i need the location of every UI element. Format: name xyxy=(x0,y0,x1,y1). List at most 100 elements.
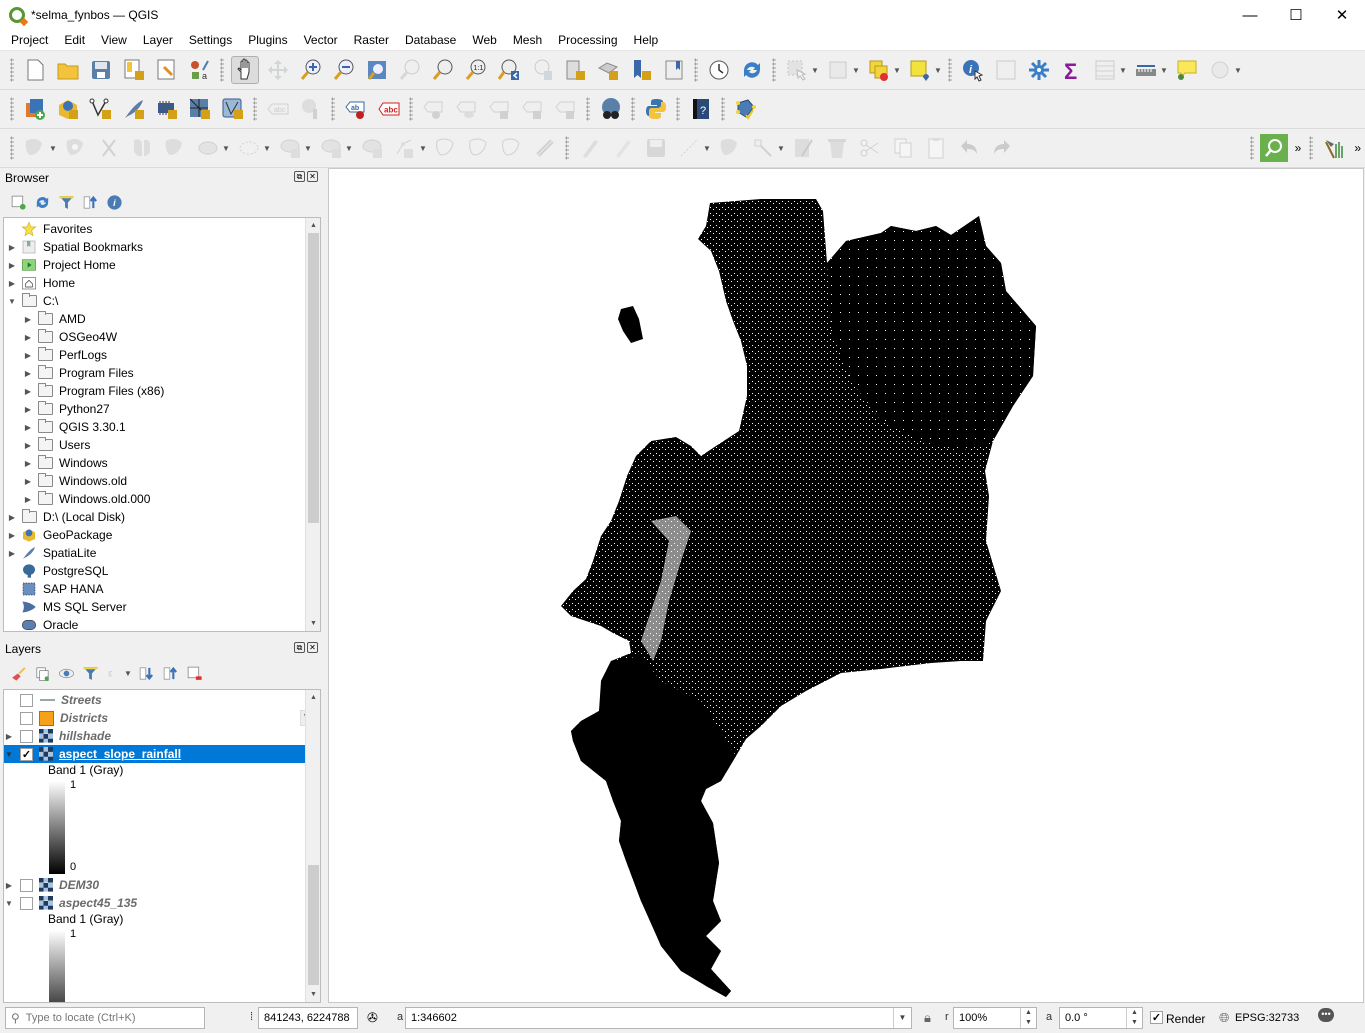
expand-arrow-icon[interactable]: ▶ xyxy=(23,423,33,432)
chevron-down-icon[interactable]: ▼ xyxy=(49,144,57,153)
add-part-icon[interactable] xyxy=(276,134,304,162)
layer-row-hillshade[interactable]: ▶ hillshade xyxy=(4,727,320,745)
new-map-view-icon[interactable] xyxy=(561,56,589,84)
new-geopackage-layer-icon[interactable] xyxy=(54,95,82,123)
scroll-down-icon[interactable]: ▼ xyxy=(306,616,320,631)
cut-features-icon[interactable] xyxy=(856,134,884,162)
processing-toolbox-icon[interactable] xyxy=(1025,56,1053,84)
magnifier-spinbox[interactable]: 100% ▲ ▼ xyxy=(953,1007,1037,1029)
fill-ring-icon[interactable] xyxy=(317,134,345,162)
new-spatialite-layer-icon[interactable] xyxy=(120,95,148,123)
locator-search-icon[interactable] xyxy=(1260,134,1289,162)
data-source-manager-icon[interactable] xyxy=(21,95,49,123)
menu-layer[interactable]: Layer xyxy=(135,33,181,47)
statistical-summary-icon[interactable]: Σ xyxy=(1058,56,1086,84)
expand-arrow-icon[interactable]: ▶ xyxy=(23,315,33,324)
chevron-down-icon[interactable]: ▼ xyxy=(263,144,271,153)
browser-item[interactable]: ▶ QGIS 3.30.1 xyxy=(4,418,320,436)
expand-arrow-icon[interactable]: ▶ xyxy=(7,531,17,540)
select-by-location-icon[interactable] xyxy=(865,56,893,84)
browser-item[interactable]: ▼ C:\ xyxy=(4,292,320,310)
chevron-down-icon[interactable]: ▼ xyxy=(124,669,132,678)
show-hide-labels-icon[interactable] xyxy=(453,95,481,123)
undo-icon[interactable] xyxy=(955,134,983,162)
chevron-down-icon[interactable]: ▼ xyxy=(811,66,819,75)
toolbar-grip[interactable] xyxy=(772,58,776,82)
browser-item[interactable]: ▶ OSGeo4W xyxy=(4,328,320,346)
filter-expression-icon[interactable]: ε xyxy=(104,663,124,683)
layer-labeling-icon[interactable]: ab xyxy=(342,95,370,123)
collapse-all-icon[interactable] xyxy=(160,663,180,683)
browser-item[interactable]: ▶ Program Files xyxy=(4,364,320,382)
menu-web[interactable]: Web xyxy=(464,33,504,47)
measure-line-icon[interactable] xyxy=(1132,56,1160,84)
save-edits-icon[interactable] xyxy=(642,134,670,162)
zoom-to-selection-icon[interactable] xyxy=(396,56,424,84)
menu-view[interactable]: View xyxy=(93,33,135,47)
spin-arrows-icon[interactable]: ▲ ▼ xyxy=(1126,1008,1142,1028)
browser-item[interactable]: ▶ Windows xyxy=(4,454,320,472)
chevron-down-icon[interactable]: ▼ xyxy=(1119,66,1127,75)
map-canvas[interactable] xyxy=(328,168,1364,1003)
split-parts-icon[interactable] xyxy=(749,134,777,162)
browser-item[interactable]: ▶ D:\ (Local Disk) xyxy=(4,508,320,526)
maximize-button[interactable]: ☐ xyxy=(1273,0,1319,30)
select-by-value-icon[interactable] xyxy=(906,56,934,84)
open-project-icon[interactable] xyxy=(54,56,82,84)
scroll-up-icon[interactable]: ▲ xyxy=(306,690,320,705)
expand-all-icon[interactable] xyxy=(136,663,156,683)
manage-map-themes-icon[interactable] xyxy=(56,663,76,683)
chevron-down-icon[interactable]: ▼ xyxy=(345,144,353,153)
browser-item[interactable]: MS SQL Server xyxy=(4,598,320,616)
browser-item[interactable]: Favorites xyxy=(4,220,320,238)
reverse-line-icon[interactable] xyxy=(498,134,526,162)
attribute-stats-icon[interactable] xyxy=(992,56,1020,84)
chevron-down-icon[interactable]: ▼ xyxy=(703,144,711,153)
delete-ring-icon[interactable] xyxy=(95,134,123,162)
zoom-native-icon[interactable]: 1:1 xyxy=(462,56,490,84)
collapse-all-icon[interactable] xyxy=(80,192,100,212)
toolbar-grip[interactable] xyxy=(676,97,680,121)
rotate-label-icon[interactable] xyxy=(519,95,547,123)
attribute-table-icon[interactable] xyxy=(1091,56,1119,84)
toolbar-grip[interactable] xyxy=(1249,136,1254,160)
refresh-icon[interactable] xyxy=(738,56,766,84)
layer-visibility-checkbox[interactable] xyxy=(20,878,33,892)
style-manager-icon[interactable]: a xyxy=(186,56,214,84)
delete-part-icon[interactable] xyxy=(358,134,386,162)
add-polygon-icon[interactable] xyxy=(716,134,744,162)
new-temporary-scratch-layer-icon[interactable] xyxy=(186,95,214,123)
chevron-down-icon[interactable]: ▼ xyxy=(852,66,860,75)
zoom-next-icon[interactable] xyxy=(528,56,556,84)
browser-item[interactable]: ▶ Windows.old.000 xyxy=(4,490,320,508)
browser-item[interactable]: ▶ AMD xyxy=(4,310,320,328)
minimize-button[interactable]: — xyxy=(1227,0,1273,30)
float-panel-icon[interactable]: ⧉ xyxy=(294,642,305,653)
expand-arrow-icon[interactable]: ▶ xyxy=(23,387,33,396)
toolbar-overflow-icon[interactable]: » xyxy=(1295,141,1302,155)
info-icon[interactable]: i xyxy=(104,192,124,212)
zoom-to-layer-icon[interactable] xyxy=(429,56,457,84)
toggle-extents-icon[interactable]: ✇ xyxy=(367,1010,378,1026)
lock-scale-icon[interactable]: 🔒︎ xyxy=(924,1010,931,1026)
menu-settings[interactable]: Settings xyxy=(181,33,240,47)
expand-arrow-icon[interactable]: ▶ xyxy=(4,881,14,890)
identify-features-icon[interactable]: i xyxy=(959,56,987,84)
vertex-tool-icon[interactable] xyxy=(391,134,419,162)
close-button[interactable]: ✕ xyxy=(1319,0,1365,30)
plugin-tool-icon[interactable] xyxy=(1320,134,1348,162)
metasearch-icon[interactable] xyxy=(597,95,625,123)
browser-item[interactable]: SAP HANA xyxy=(4,580,320,598)
toolbar-grip[interactable] xyxy=(409,97,413,121)
browser-item[interactable]: ▶ Spatial Bookmarks xyxy=(4,238,320,256)
toolbar-grip[interactable] xyxy=(586,97,590,121)
expand-arrow-icon[interactable]: ▶ xyxy=(23,351,33,360)
offset-curve-icon[interactable] xyxy=(194,134,222,162)
chevron-down-icon[interactable]: ▼ xyxy=(1160,66,1168,75)
close-panel-icon[interactable]: ✕ xyxy=(307,642,318,653)
browser-item[interactable]: ▶ PerfLogs xyxy=(4,346,320,364)
temporal-controller-icon[interactable] xyxy=(705,56,733,84)
refresh-icon[interactable] xyxy=(32,192,52,212)
add-group-icon[interactable] xyxy=(32,663,52,683)
pin-labels-icon[interactable] xyxy=(420,95,448,123)
